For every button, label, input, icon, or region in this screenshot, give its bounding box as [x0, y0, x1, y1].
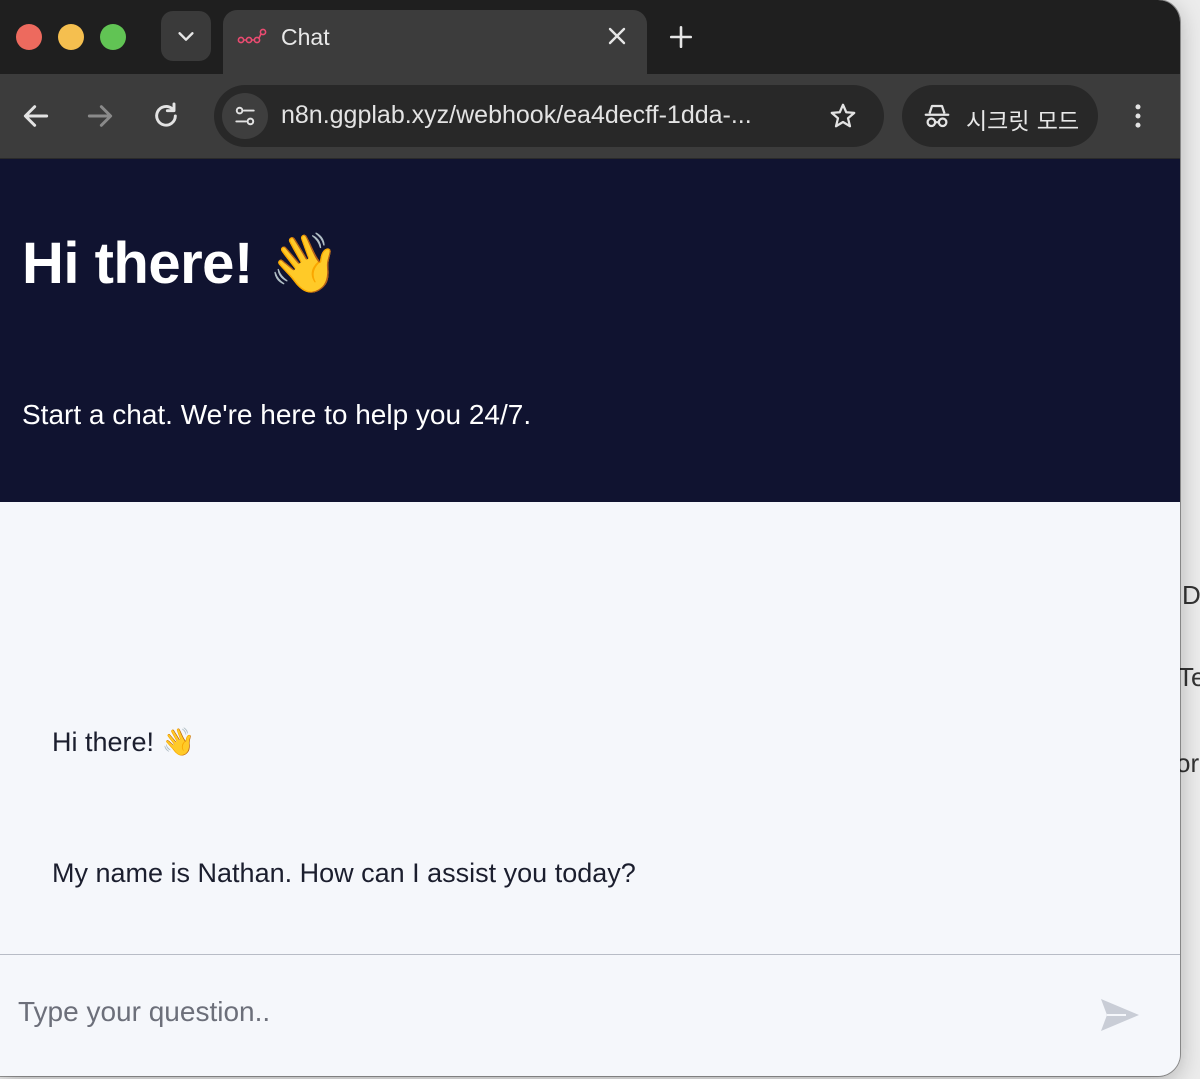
- bot-message: Hi there! 👋: [52, 726, 195, 758]
- background-text-1: D: [1182, 580, 1200, 610]
- chat-title: Hi there! 👋: [22, 229, 341, 298]
- waving-hand-icon: 👋: [268, 229, 341, 297]
- incognito-label: 시크릿 모드: [966, 109, 1080, 135]
- browser-toolbar: n8n.ggplab.xyz/webhook/ea4decff-1dda-...…: [0, 74, 1180, 159]
- close-icon[interactable]: [605, 24, 629, 48]
- address-bar[interactable]: n8n.ggplab.xyz/webhook/ea4decff-1dda-...: [214, 85, 884, 147]
- bot-message-text: Hi there!: [52, 727, 155, 757]
- incognito-icon: [924, 104, 950, 128]
- chat-header: Hi there! 👋 Start a chat. We're here to …: [0, 159, 1180, 502]
- site-info-button[interactable]: [222, 93, 268, 139]
- waving-hand-icon: 👋: [161, 727, 196, 758]
- window-close-button[interactable]: [16, 24, 42, 50]
- background-text-2: Te: [1178, 662, 1200, 692]
- chat-subtitle: Start a chat. We're here to help you 24/…: [22, 399, 532, 430]
- chat-input[interactable]: [16, 981, 1080, 1043]
- chevron-down-icon: [178, 32, 194, 41]
- star-icon[interactable]: [828, 101, 858, 131]
- kebab-menu-icon[interactable]: [1124, 100, 1152, 132]
- tune-icon: [235, 106, 255, 126]
- browser-window: Chat n8n.ggplab.xyz/webhook/ea4decff-1dd…: [0, 0, 1180, 1076]
- url-text: n8n.ggplab.xyz/webhook/ea4decff-1dda-...: [281, 101, 752, 129]
- incognito-indicator[interactable]: 시크릿 모드: [902, 85, 1098, 147]
- arrow-right-icon[interactable]: [84, 100, 116, 132]
- chat-composer: [0, 954, 1180, 1076]
- tab-title: Chat: [281, 24, 330, 50]
- n8n-workflow-icon: [237, 28, 267, 44]
- desktop: D Te or Chat n8n.ggplab.xyz/webhook/ea4d…: [0, 0, 1200, 1079]
- bot-message: My name is Nathan. How can I assist you …: [52, 858, 636, 888]
- tab-strip: Chat: [0, 0, 1180, 74]
- tab-chat[interactable]: Chat: [223, 10, 647, 74]
- window-minimize-button[interactable]: [58, 24, 84, 50]
- window-zoom-button[interactable]: [100, 24, 126, 50]
- reload-icon[interactable]: [150, 100, 182, 132]
- plus-icon[interactable]: [668, 24, 694, 50]
- arrow-left-icon[interactable]: [20, 100, 52, 132]
- chat-title-text: Hi there!: [22, 231, 253, 296]
- send-icon[interactable]: [1098, 995, 1142, 1035]
- tab-search-button[interactable]: [161, 11, 211, 61]
- message-list: Hi there! 👋 My name is Nathan. How can I…: [0, 502, 1180, 954]
